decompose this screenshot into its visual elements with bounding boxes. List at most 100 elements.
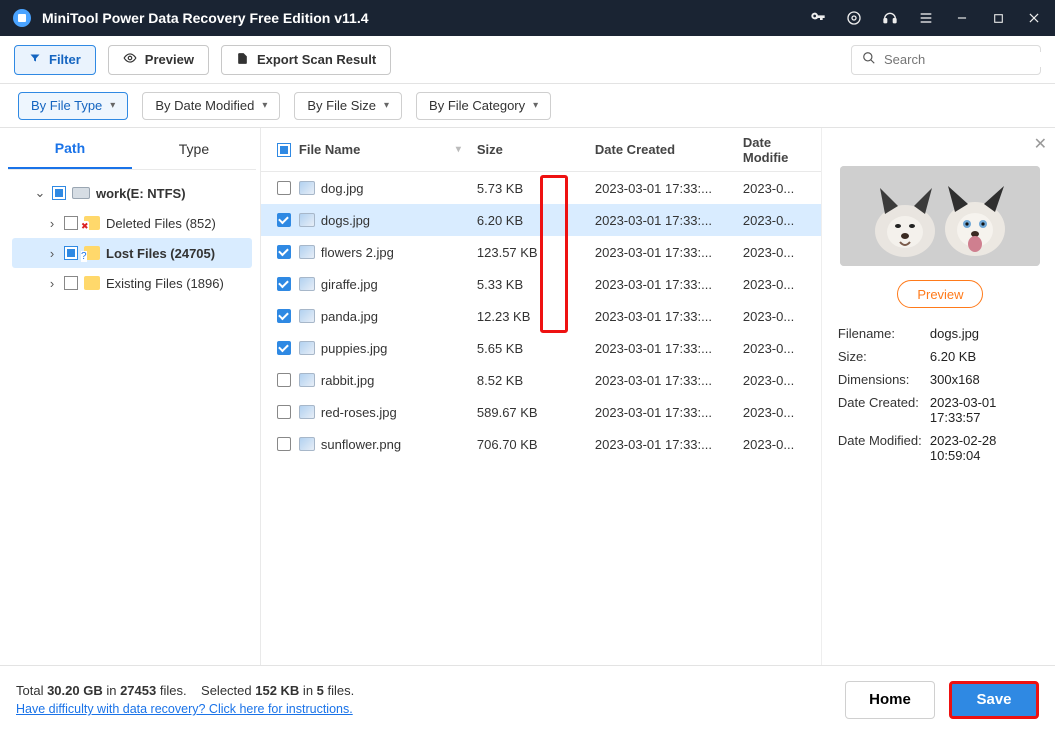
file-name: flowers 2.jpg — [321, 245, 394, 260]
table-row[interactable]: red-roses.jpg589.67 KB2023-03-01 17:33:.… — [261, 396, 821, 428]
tree-existing[interactable]: › Existing Files (1896) — [12, 268, 252, 298]
tree-lost[interactable]: › ? Lost Files (24705) — [12, 238, 252, 268]
file-size: 123.57 KB — [477, 245, 595, 260]
row-checkbox[interactable] — [277, 277, 291, 291]
app-title: MiniTool Power Data Recovery Free Editio… — [42, 10, 809, 26]
file-size: 5.65 KB — [477, 341, 595, 356]
chevron-down-icon: ▾ — [533, 100, 538, 111]
close-details-icon[interactable]: ✕ — [1034, 134, 1047, 154]
detail-created-key: Date Created: — [838, 395, 930, 425]
col-date-modified[interactable]: Date Modifie — [743, 135, 813, 165]
detail-modified-value: 2023-02-28 10:59:04 — [930, 433, 1043, 463]
stat-text: Selected — [201, 683, 255, 698]
col-date-created[interactable]: Date Created — [595, 142, 743, 157]
checkbox[interactable] — [64, 276, 78, 290]
detail-size-key: Size: — [838, 349, 930, 364]
row-checkbox[interactable] — [277, 213, 291, 227]
tree-root-label: work(E: NTFS) — [96, 186, 186, 201]
detail-size-value: 6.20 KB — [930, 349, 1043, 364]
file-tree: ⌄ work(E: NTFS) › ✖ Deleted Files (852) … — [8, 170, 256, 306]
export-button[interactable]: Export Scan Result — [221, 45, 391, 75]
table-row[interactable]: sunflower.png706.70 KB2023-03-01 17:33:.… — [261, 428, 821, 460]
image-file-icon — [299, 405, 315, 419]
disc-icon[interactable] — [845, 9, 863, 27]
chip-file-category[interactable]: By File Category ▾ — [416, 92, 551, 120]
support-headset-icon[interactable] — [881, 9, 899, 27]
table-row[interactable]: panda.jpg12.23 KB2023-03-01 17:33:...202… — [261, 300, 821, 332]
help-link[interactable]: Have difficulty with data recovery? Clic… — [16, 702, 354, 716]
chip-file-size[interactable]: By File Size ▾ — [294, 92, 402, 120]
chip-file-type[interactable]: By File Type▾ — [18, 92, 128, 120]
stat-text: in — [299, 683, 316, 698]
image-file-icon — [299, 277, 315, 291]
row-checkbox[interactable] — [277, 437, 291, 451]
image-file-icon — [299, 245, 315, 259]
table-row[interactable]: rabbit.jpg8.52 KB2023-03-01 17:33:...202… — [261, 364, 821, 396]
file-date-modified: 2023-0... — [743, 277, 813, 292]
table-row[interactable]: flowers 2.jpg123.57 KB2023-03-01 17:33:.… — [261, 236, 821, 268]
row-checkbox[interactable] — [277, 405, 291, 419]
checkbox[interactable] — [64, 246, 78, 260]
eye-icon — [123, 51, 137, 68]
file-date-created: 2023-03-01 17:33:... — [595, 341, 743, 356]
file-date-modified: 2023-0... — [743, 245, 813, 260]
file-size: 5.73 KB — [477, 181, 595, 196]
list-header: File Name ▾ Size Date Created Date Modifi… — [261, 128, 821, 172]
folder-lost-icon: ? — [84, 246, 100, 260]
chevron-down-icon: ▾ — [110, 100, 115, 111]
table-row[interactable]: dog.jpg5.73 KB2023-03-01 17:33:...2023-0… — [261, 172, 821, 204]
chevron-down-icon: ⌄ — [34, 185, 46, 201]
file-size: 589.67 KB — [477, 405, 595, 420]
checkbox[interactable] — [64, 216, 78, 230]
filter-button[interactable]: Filter — [14, 45, 96, 75]
folder-deleted-icon: ✖ — [84, 216, 100, 230]
search-box[interactable] — [851, 45, 1041, 75]
file-size: 5.33 KB — [477, 277, 595, 292]
chip-file-size-label: By File Size — [307, 98, 376, 113]
search-input[interactable] — [884, 52, 1055, 67]
footer: Total 30.20 GB in 27453 files. Selected … — [0, 665, 1055, 733]
chevron-down-icon: ▾ — [262, 100, 267, 111]
filter-chip-row: By File Type▾ By Date Modified▾ By File … — [0, 84, 1055, 128]
file-name: red-roses.jpg — [321, 405, 397, 420]
checkbox[interactable] — [52, 186, 66, 200]
row-checkbox[interactable] — [277, 309, 291, 323]
stat-text: files. — [156, 683, 186, 698]
tree-deleted[interactable]: › ✖ Deleted Files (852) — [12, 208, 252, 238]
maximize-icon[interactable] — [989, 9, 1007, 27]
chip-date-modified[interactable]: By Date Modified▾ — [142, 92, 280, 120]
chip-file-category-label: By File Category — [429, 98, 525, 113]
close-icon[interactable] — [1025, 9, 1043, 27]
tree-lost-label: Lost Files (24705) — [106, 246, 215, 261]
file-size: 12.23 KB — [477, 309, 595, 324]
preview-button[interactable]: Preview — [108, 45, 209, 75]
select-all-checkbox[interactable] — [277, 143, 291, 157]
table-row[interactable]: dogs.jpg6.20 KB2023-03-01 17:33:...2023-… — [261, 204, 821, 236]
file-date-modified: 2023-0... — [743, 213, 813, 228]
image-file-icon — [299, 373, 315, 387]
col-size[interactable]: Size — [477, 142, 595, 157]
tab-type[interactable]: Type — [132, 128, 256, 169]
tab-path[interactable]: Path — [8, 128, 132, 169]
save-button[interactable]: Save — [949, 681, 1039, 719]
upgrade-key-icon[interactable] — [809, 9, 827, 27]
row-checkbox[interactable] — [277, 373, 291, 387]
chevron-right-icon: › — [46, 216, 58, 231]
home-button[interactable]: Home — [845, 681, 935, 719]
menu-icon[interactable] — [917, 9, 935, 27]
sort-indicator-icon: ▾ — [456, 144, 477, 155]
left-pane: Path Type ⌄ work(E: NTFS) › ✖ Deleted Fi… — [0, 128, 261, 665]
preview-open-button[interactable]: Preview — [897, 280, 983, 308]
image-file-icon — [299, 181, 315, 195]
row-checkbox[interactable] — [277, 245, 291, 259]
file-date-modified: 2023-0... — [743, 405, 813, 420]
row-checkbox[interactable] — [277, 341, 291, 355]
image-file-icon — [299, 341, 315, 355]
row-checkbox[interactable] — [277, 181, 291, 195]
col-name[interactable]: File Name — [299, 142, 360, 157]
table-row[interactable]: puppies.jpg5.65 KB2023-03-01 17:33:...20… — [261, 332, 821, 364]
chevron-down-icon: ▾ — [384, 100, 389, 111]
tree-root[interactable]: ⌄ work(E: NTFS) — [12, 178, 252, 208]
minimize-icon[interactable] — [953, 9, 971, 27]
table-row[interactable]: giraffe.jpg5.33 KB2023-03-01 17:33:...20… — [261, 268, 821, 300]
